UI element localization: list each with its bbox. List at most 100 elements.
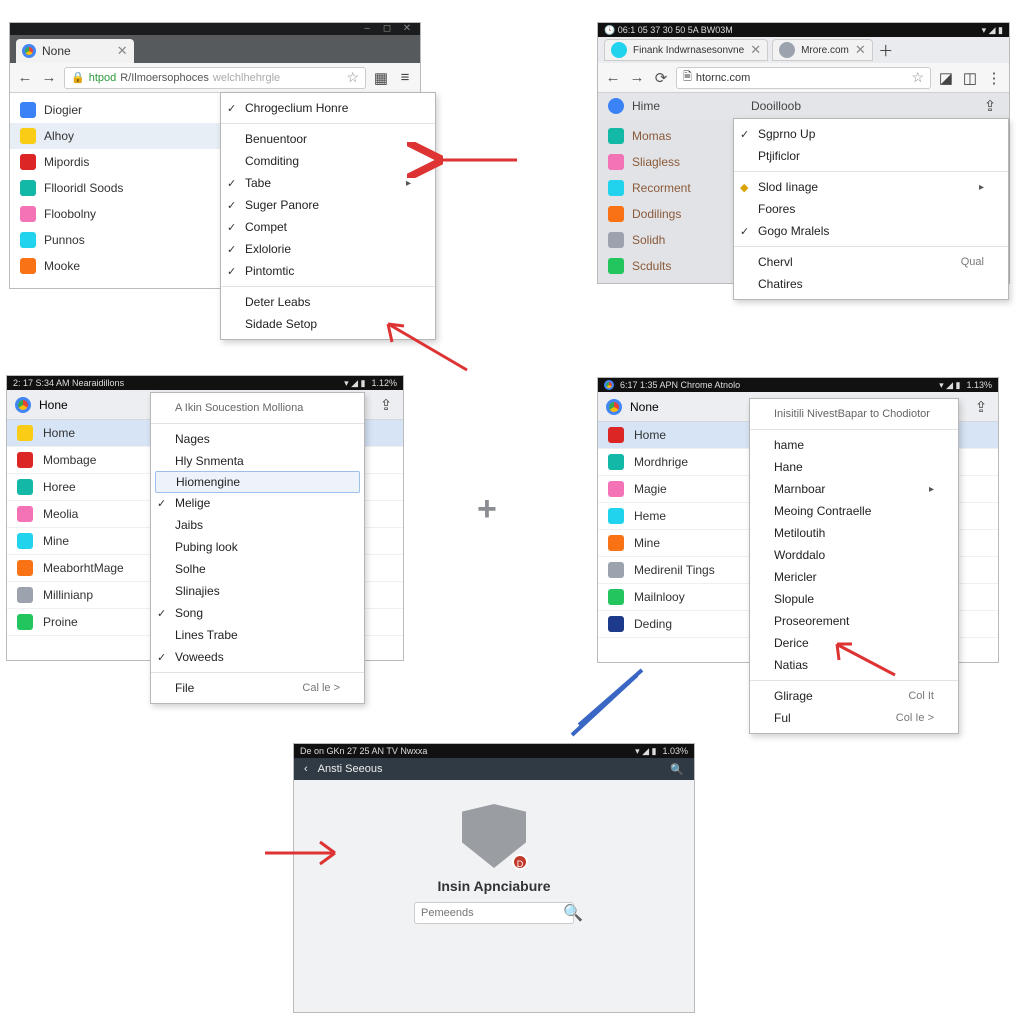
menu-item[interactable]: ✓Pintomtic bbox=[221, 260, 435, 282]
status-left: De on GKn 27 25 AN TV Nwxxa bbox=[300, 746, 427, 756]
menu-item[interactable]: Deter Leabs bbox=[221, 291, 435, 313]
menu-item[interactable]: Solhe bbox=[151, 558, 364, 580]
share-icon[interactable]: ⇪ bbox=[981, 97, 999, 115]
share-icon[interactable]: ⇪ bbox=[377, 396, 395, 414]
menu-item-label: Slopule bbox=[774, 592, 814, 606]
menu-item[interactable]: Ptjificlor bbox=[734, 145, 1008, 167]
favicon bbox=[608, 481, 624, 497]
search-field[interactable]: 🔍 bbox=[414, 902, 574, 924]
address-bar[interactable]: 🗎 htornc.com ☆ bbox=[676, 67, 931, 89]
check-icon: ✓ bbox=[227, 102, 236, 115]
minimize-icon[interactable]: – bbox=[362, 24, 372, 34]
status-signal-icon: ▾ ◢ ▮ bbox=[344, 378, 365, 389]
back-icon[interactable]: ← bbox=[16, 69, 34, 87]
menu-item[interactable]: ✓Tabe▸ bbox=[221, 172, 435, 194]
browser-tab[interactable]: None ✕ bbox=[16, 39, 134, 63]
shield-icon[interactable]: ◪ bbox=[937, 69, 955, 87]
browser-tab-2[interactable]: Mrore.com ✕ bbox=[772, 39, 873, 61]
mobile-statusbar: De on GKn 27 25 AN TV Nwxxa ▾ ◢ ▮ 1.03% bbox=[294, 744, 694, 758]
status-right: 1.13% bbox=[966, 380, 992, 390]
menu-item-label: Derice bbox=[774, 636, 809, 650]
tab-close-icon[interactable]: ✕ bbox=[750, 42, 761, 58]
reload-icon[interactable]: ⟳ bbox=[652, 69, 670, 87]
menu-header: Inisitili NivestBapar to Chodiotor bbox=[750, 403, 958, 425]
bookmark-label: Punnos bbox=[44, 233, 85, 247]
menu-item[interactable]: Hly Snmenta bbox=[151, 450, 364, 472]
forward-icon[interactable]: → bbox=[40, 69, 58, 87]
favicon bbox=[20, 102, 36, 118]
maximize-icon[interactable]: ◻ bbox=[382, 24, 392, 34]
menu-item[interactable]: Pubing look bbox=[151, 536, 364, 558]
menu-item[interactable]: ✓Exlolorie bbox=[221, 238, 435, 260]
menu-item[interactable]: ◆Slod Iinage▸ bbox=[734, 176, 1008, 198]
menu-item[interactable]: Jaibs bbox=[151, 514, 364, 536]
menu-item[interactable]: ✓Suger Panore bbox=[221, 194, 435, 216]
page-icon: 🗎 bbox=[683, 68, 692, 87]
new-tab-icon[interactable]: ＋ bbox=[877, 41, 895, 59]
bookmark-star-icon[interactable]: ☆ bbox=[911, 69, 924, 86]
menu-item[interactable]: Benuentoor bbox=[221, 128, 435, 150]
browser-tab-1[interactable]: Finank Indwrnasesonvne ✕ bbox=[604, 39, 768, 61]
menu-item[interactable]: Hane bbox=[750, 456, 958, 478]
menu-item[interactable]: ✓Gogo Mralels bbox=[734, 220, 1008, 242]
menu-item[interactable]: GlirageCol It bbox=[750, 685, 958, 707]
bookmark-label: Mipordis bbox=[44, 155, 89, 169]
menu-item[interactable]: Marnboar▸ bbox=[750, 478, 958, 500]
menu-item[interactable]: Comditing bbox=[221, 150, 435, 172]
menu-item-label: Meoing Contraelle bbox=[774, 504, 871, 518]
menu-item[interactable]: Chatires bbox=[734, 273, 1008, 295]
nav-label: Momas bbox=[632, 129, 671, 143]
menu-item[interactable]: Foores bbox=[734, 198, 1008, 220]
menu-item-label: Worddalo bbox=[774, 548, 825, 562]
menu-item[interactable]: ✓Compet bbox=[221, 216, 435, 238]
menu-separator bbox=[734, 246, 1008, 247]
menu-item[interactable]: Mericler bbox=[750, 566, 958, 588]
menu-item[interactable]: ✓Sgprno Up bbox=[734, 123, 1008, 145]
status-signal-icon: ▾ ◢ ▮ bbox=[939, 380, 960, 391]
nav-label: Medirenil Tings bbox=[634, 563, 715, 577]
menu-item-label: Ptjificlor bbox=[758, 149, 800, 163]
menu-item[interactable]: Nages bbox=[151, 428, 364, 450]
address-bar[interactable]: 🔒 htpod R/Ilmoersophoces welchlhehrgle ☆ bbox=[64, 67, 366, 89]
menu-item[interactable]: ✓Melige bbox=[151, 492, 364, 514]
menu-item[interactable]: FulCol Ie > bbox=[750, 707, 958, 729]
search-input[interactable] bbox=[421, 907, 563, 919]
status-left: 6:17 1:35 APN Chrome Atnolo bbox=[620, 380, 740, 390]
menu-item[interactable]: Natias bbox=[750, 654, 958, 676]
menu-item[interactable]: Sidade Setop bbox=[221, 313, 435, 335]
extension-icon[interactable]: ▦ bbox=[372, 69, 390, 87]
menu-item[interactable]: Metiloutih bbox=[750, 522, 958, 544]
reader-icon[interactable]: ◫ bbox=[961, 69, 979, 87]
menu-item[interactable]: Slopule bbox=[750, 588, 958, 610]
menu-item[interactable]: Lines Trabe bbox=[151, 624, 364, 646]
forward-icon[interactable]: → bbox=[628, 69, 646, 87]
menu-item[interactable]: Meoing Contraelle bbox=[750, 500, 958, 522]
menu-item[interactable]: ChervlQual bbox=[734, 251, 1008, 273]
bookmark-star-icon[interactable]: ☆ bbox=[346, 69, 359, 86]
share-icon[interactable]: ⇪ bbox=[972, 398, 990, 416]
menu-item[interactable]: Proseorement bbox=[750, 610, 958, 632]
tab-close-icon[interactable]: ✕ bbox=[855, 42, 866, 58]
menu-item[interactable]: hame bbox=[750, 434, 958, 456]
back-icon[interactable]: ‹ bbox=[304, 763, 308, 775]
menu-item-label: Hly Snmenta bbox=[175, 454, 244, 468]
menu-icon[interactable]: ⋮ bbox=[985, 69, 1003, 87]
menu-item[interactable]: ✓Voweeds bbox=[151, 646, 364, 668]
menu-item[interactable]: Slinajies bbox=[151, 580, 364, 602]
tab-close-icon[interactable]: ✕ bbox=[117, 43, 128, 59]
status-left: 🕓 06:1 05 37 30 50 5A BW03M bbox=[604, 25, 733, 36]
menu-item[interactable]: Worddalo bbox=[750, 544, 958, 566]
back-icon[interactable]: ← bbox=[604, 69, 622, 87]
menu-item[interactable]: ✓Song bbox=[151, 602, 364, 624]
close-icon[interactable]: ✕ bbox=[402, 24, 412, 34]
menu-item[interactable]: ✓Chrogeclium Honre bbox=[221, 97, 435, 119]
context-menu-3: A Ikin Soucestion MollionaNagesHly Snmen… bbox=[150, 392, 365, 704]
tab-title: Mrore.com bbox=[801, 45, 849, 56]
menu-item[interactable]: Derice bbox=[750, 632, 958, 654]
menu-separator bbox=[734, 171, 1008, 172]
search-icon[interactable]: 🔍 bbox=[670, 763, 684, 776]
menu-item[interactable]: FileCal le > bbox=[151, 677, 364, 699]
menu-item[interactable]: Hiomengine bbox=[155, 471, 360, 493]
nav-label: Magie bbox=[634, 482, 667, 496]
menu-icon[interactable]: ≡ bbox=[396, 69, 414, 87]
